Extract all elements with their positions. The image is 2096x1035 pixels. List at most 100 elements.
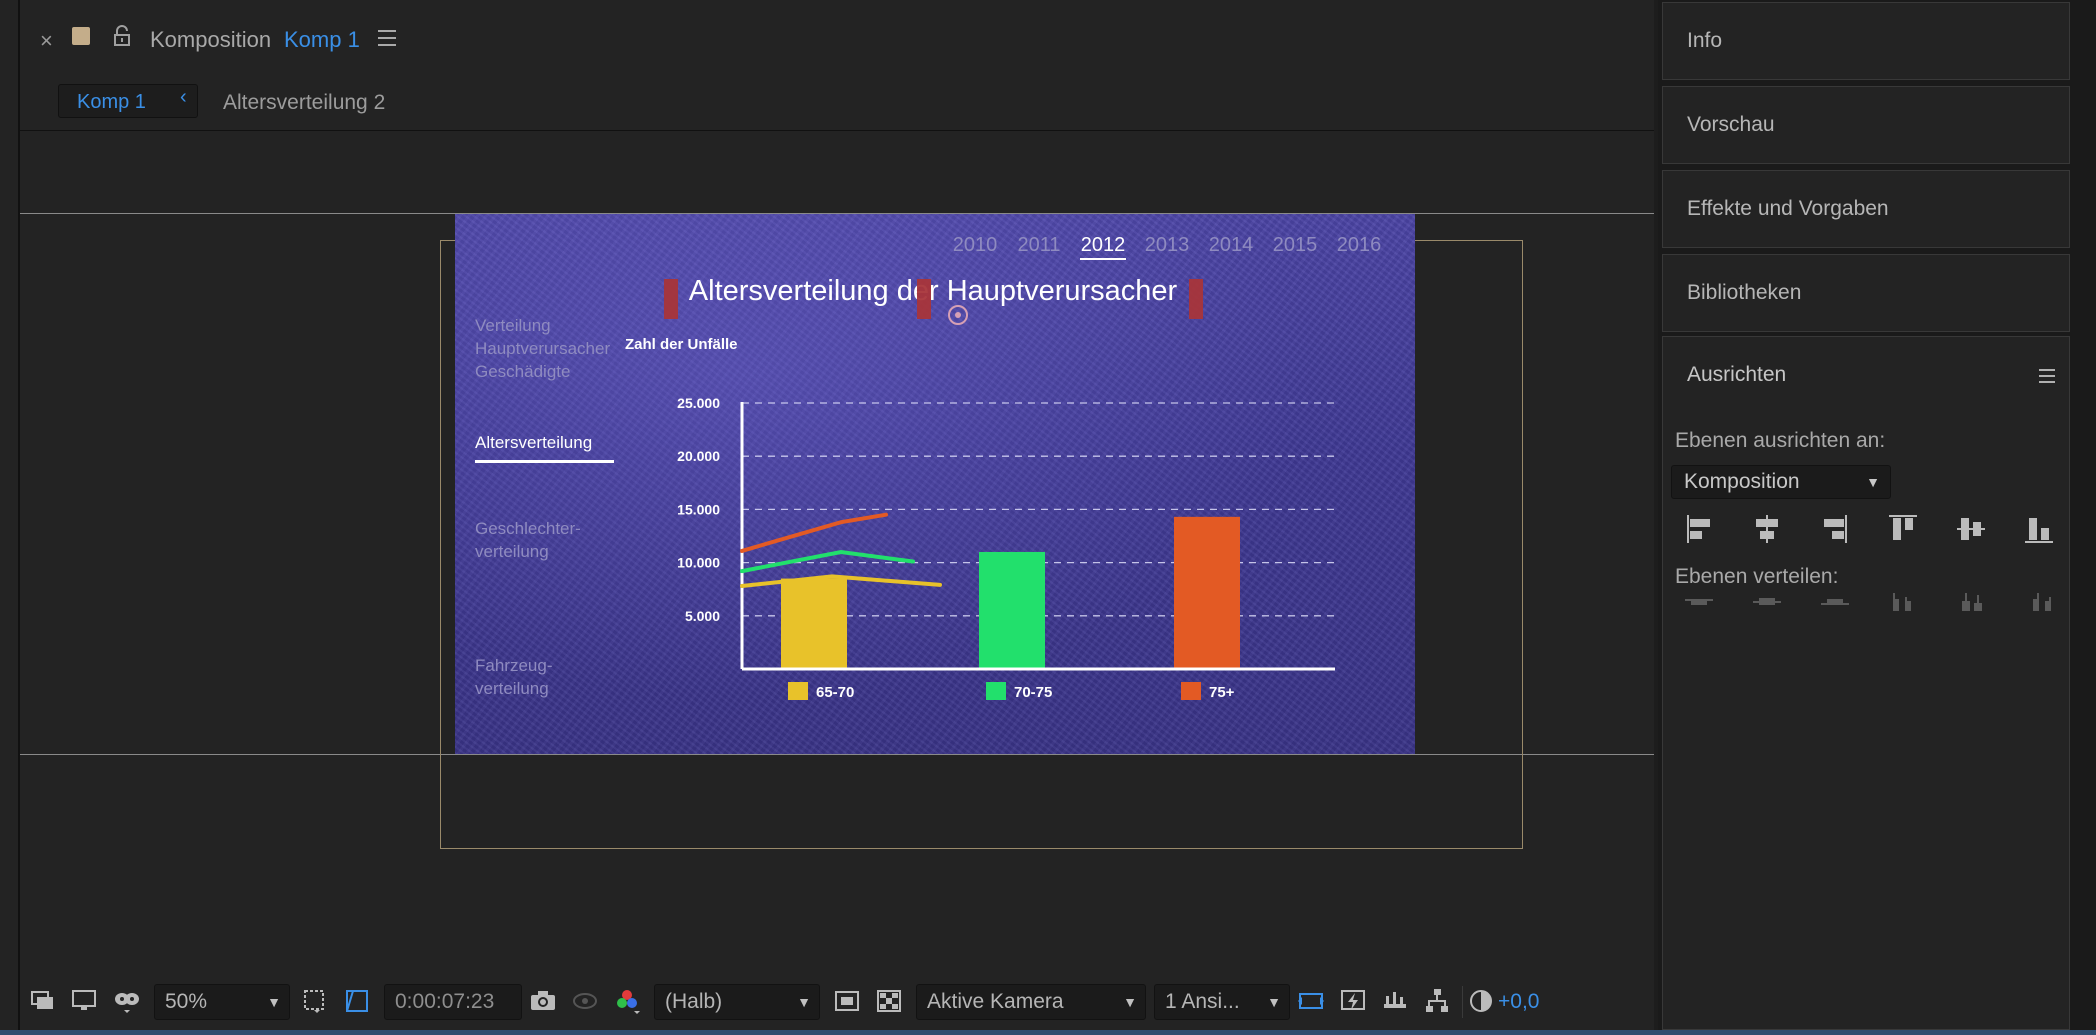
align-vertical-center-icon[interactable] (1951, 509, 1991, 549)
distribute-left-icon[interactable] (1885, 587, 1921, 617)
sidebar-item-6[interactable]: Fahrzeug- (475, 656, 552, 675)
always-preview-icon[interactable] (28, 986, 58, 1016)
exposure-value[interactable]: +0,0 (1498, 990, 1539, 1014)
panel-vorschau-label: Vorschau (1687, 113, 1775, 136)
chart-title: Altersverteilung der Hauptverursacher (689, 275, 1178, 307)
year-2015[interactable]: 2015 (1273, 234, 1318, 256)
panel-bibliotheken[interactable]: Bibliotheken (1662, 254, 2070, 332)
left-panel-edge (0, 0, 20, 1035)
bar-70-75 (979, 551, 1045, 668)
show-snapshot-icon[interactable] (570, 986, 600, 1016)
panel-effekte-vorgaben[interactable]: Effekte und Vorgaben (1662, 170, 2070, 248)
distribute-vertical-center-icon[interactable] (1749, 587, 1785, 617)
flowchart-icon[interactable] (1422, 986, 1452, 1016)
align-to-value: Komposition (1684, 470, 1800, 493)
viewer-toolbar: 50% ▼ 0:00:07:23 (Halb) ▼ Aktive Kamera ▼ 1… (20, 976, 1654, 1028)
bar-75+ (1174, 516, 1240, 668)
align-panel-title: Ausrichten (1687, 363, 1787, 386)
y-tick-label: 5.000 (685, 608, 720, 624)
trend-line-1 (740, 549, 915, 574)
title-selection-handle (1189, 279, 1203, 319)
legend-label-65-70: 65-70 (816, 684, 854, 701)
y-tick-label: 15.000 (677, 501, 720, 517)
sidebar-item-1[interactable]: Hauptverursacher (475, 339, 610, 358)
sidebar-item-3[interactable]: Altersverteilung (475, 433, 592, 452)
chevron-down-icon: ▼ (267, 994, 281, 1010)
align-panel-menu-icon[interactable] (2039, 369, 2055, 383)
legend-swatch-75+ (1181, 682, 1201, 700)
align-to-select[interactable]: Komposition ▼ (1671, 465, 1891, 499)
align-bottom-icon[interactable] (2019, 509, 2059, 549)
camera-select[interactable]: Aktive Kamera ▼ (916, 984, 1146, 1020)
legend-label-70-75: 70-75 (1014, 684, 1052, 701)
align-top-icon[interactable] (1883, 509, 1923, 549)
legend-swatch-70-75 (986, 682, 1006, 700)
rgb-channel-icon[interactable] (612, 986, 642, 1016)
composition-artboard[interactable]: 2010 2011 2012 2013 2014 2015 2016 Verteilung H… (455, 214, 1415, 754)
sidebar-item-7[interactable]: verteilung (475, 679, 549, 698)
monitor-icon[interactable] (70, 986, 100, 1016)
sidebar-item-0[interactable]: Verteilung (475, 316, 551, 335)
chevron-down-icon: ▼ (1123, 994, 1137, 1010)
zoom-select[interactable]: 50% ▼ (154, 984, 290, 1020)
distribute-horizontal-center-icon[interactable] (1953, 587, 1989, 617)
distribute-right-icon[interactable] (2021, 587, 2057, 617)
checkerboard-icon[interactable] (874, 986, 904, 1016)
align-left-icon[interactable] (1679, 509, 1719, 549)
trend-line-2 (740, 512, 888, 553)
panel-info-label: Info (1687, 29, 1723, 52)
panel-vorschau[interactable]: Vorschau (1662, 86, 2070, 164)
sidebar-nav: Verteilung Hauptverursacher Geschädigte Alt… (475, 316, 614, 698)
resolution-grid-icon[interactable] (300, 986, 330, 1016)
region-of-interest-icon[interactable] (832, 986, 862, 1016)
distribute-bottom-icon[interactable] (1817, 587, 1853, 617)
y-tick-label: 25.000 (677, 395, 720, 411)
anchor-point-dot (955, 312, 961, 318)
align-horizontal-center-icon[interactable] (1747, 509, 1787, 549)
year-2012[interactable]: 2012 (1081, 234, 1126, 256)
window-bottom-accent (0, 1030, 2096, 1035)
panel-effekte-label: Effekte und Vorgaben (1687, 197, 1889, 220)
year-2013[interactable]: 2013 (1145, 234, 1190, 256)
year-2010[interactable]: 2010 (953, 234, 998, 256)
y-axis-label: Zahl der Unfälle (625, 336, 738, 353)
panel-info[interactable]: Info (1662, 2, 2070, 80)
transparency-grid-icon[interactable] (342, 986, 372, 1016)
year-active-underline (1080, 258, 1126, 260)
right-panel-column: Info Vorschau Effekte und Vorgaben Bibli… (1658, 0, 2096, 1030)
align-to-label: Ebenen ausrichten an: (1675, 429, 1886, 452)
chevron-down-icon: ▼ (797, 994, 811, 1010)
legend-swatch-65-70 (788, 682, 808, 700)
mask-visibility-icon[interactable] (112, 986, 142, 1016)
views-value: 1 Ansi... (1165, 990, 1240, 1013)
camera-value: Aktive Kamera (927, 990, 1064, 1013)
year-2016[interactable]: 2016 (1337, 234, 1382, 256)
reset-exposure-icon[interactable] (1466, 986, 1496, 1016)
chevron-down-icon: ▼ (1267, 994, 1281, 1010)
timeline-icon[interactable] (1380, 986, 1410, 1016)
align-right-icon[interactable] (1815, 509, 1855, 549)
year-2011[interactable]: 2011 (1017, 234, 1060, 256)
y-tick-label: 20.000 (677, 448, 720, 464)
legend-label-75+: 75+ (1209, 684, 1235, 701)
resolution-select[interactable]: (Halb) ▼ (654, 984, 820, 1020)
resolution-value: (Halb) (665, 990, 723, 1013)
sidebar-item-2[interactable]: Geschädigte (475, 362, 570, 381)
panel-bibliotheken-label: Bibliotheken (1687, 281, 1802, 304)
composition-panel: × Komposition Komp 1 Komp 1 ‹ Altersvert… (20, 0, 1654, 1030)
views-select[interactable]: 1 Ansi... ▼ (1154, 984, 1290, 1020)
toggle-pixel-aspect-icon[interactable] (1296, 986, 1326, 1016)
year-2014[interactable]: 2014 (1209, 234, 1254, 256)
sidebar-active-underline (475, 460, 614, 463)
toolbar-separator (1462, 986, 1463, 1018)
distribute-top-icon[interactable] (1681, 587, 1717, 617)
title-selection-handle (664, 279, 678, 319)
distribute-label: Ebenen verteilen: (1675, 565, 1839, 588)
year-selector: 2010 2011 2012 2013 2014 2015 2016 (953, 234, 1382, 260)
bar-65-70 (781, 578, 847, 668)
fast-preview-icon[interactable] (1338, 986, 1368, 1016)
timecode-field[interactable]: 0:00:07:23 (384, 984, 522, 1020)
sidebar-item-5[interactable]: verteilung (475, 542, 549, 561)
sidebar-item-4[interactable]: Geschlechter- (475, 519, 581, 538)
snapshot-camera-icon[interactable] (528, 986, 558, 1016)
